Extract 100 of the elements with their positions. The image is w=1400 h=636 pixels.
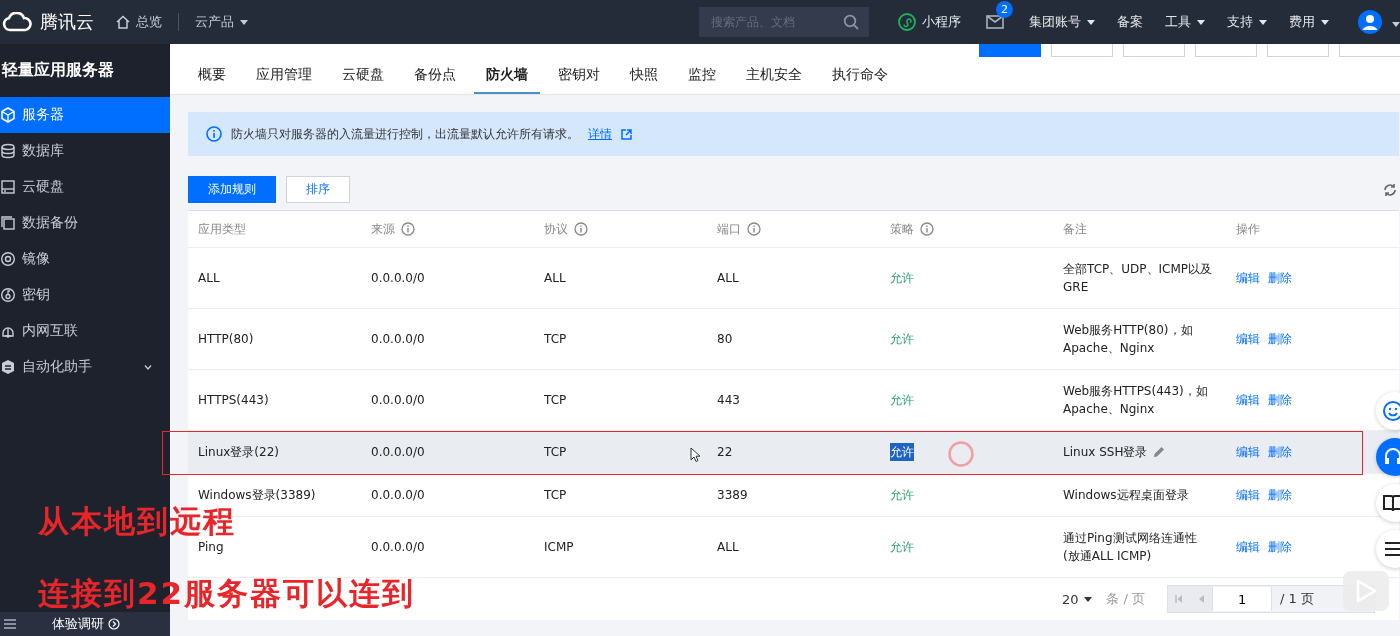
table-cell-text: ALL (717, 270, 739, 287)
table-cell-text: 80 (717, 331, 733, 348)
column-header: 备注 (1063, 220, 1087, 238)
prev-page-button[interactable] (1190, 586, 1213, 612)
first-page-icon (1175, 595, 1184, 603)
table-cell-text: ALL (717, 539, 739, 556)
caption-text: 从本地到远程 (38, 502, 236, 540)
delete-link[interactable]: 删除 (1268, 486, 1292, 504)
header-menu-item[interactable]: 费用 (1278, 13, 1340, 31)
edit-link[interactable]: 编辑 (1236, 538, 1260, 556)
policy-text: 允许 (890, 443, 914, 461)
delete-link[interactable]: 删除 (1268, 391, 1292, 409)
overview-link[interactable]: 总览 (110, 13, 168, 31)
menu-icon[interactable] (4, 619, 16, 629)
table-cell-text: TCP (544, 331, 567, 348)
policy-text: 允许 (890, 270, 914, 287)
delete-link[interactable]: 删除 (1268, 443, 1292, 461)
tab[interactable]: 快照 (618, 64, 670, 94)
table-cell-text: TCP (544, 487, 567, 504)
header-menu-item[interactable]: 备案 (1106, 13, 1154, 31)
notice-text: 防火墙只对服务器的入流量进行控制，出流量默认允许所有请求。 (231, 125, 579, 143)
tab[interactable]: 云硬盘 (330, 64, 396, 94)
caret-icon (1392, 21, 1400, 27)
table-cell-text: 0.0.0.0/0 (371, 392, 425, 409)
info-icon (401, 222, 415, 236)
policy-text: 允许 (890, 487, 914, 504)
click-ring-icon (948, 441, 974, 467)
table-cell-text: Windows登录(3389) (198, 487, 316, 504)
edit-link[interactable]: 编辑 (1236, 391, 1260, 409)
column-header: 策略 (890, 220, 914, 238)
sidebar-item[interactable]: 镜像 (0, 241, 170, 277)
details-link[interactable]: 详情 (588, 125, 612, 143)
edit-link[interactable]: 编辑 (1236, 269, 1260, 287)
table-cell-text: ALL (544, 270, 566, 287)
table-cell-text: 0.0.0.0/0 (371, 444, 425, 461)
mini-program-link[interactable]: 小程序 (887, 13, 972, 31)
table-cell-text: HTTP(80) (198, 331, 254, 348)
table-cell-text: HTTPS(443) (198, 392, 269, 409)
header-menu-item[interactable]: 支持 (1216, 13, 1278, 31)
mail-icon[interactable] (986, 15, 1004, 29)
caret-icon (1259, 19, 1267, 25)
policy-text: 允许 (890, 331, 914, 348)
delete-link[interactable]: 删除 (1268, 538, 1292, 556)
info-icon (574, 222, 588, 236)
tab[interactable]: 应用管理 (244, 64, 324, 94)
sidebar-item[interactable]: 内网互联 (0, 313, 170, 349)
cursor-icon (690, 447, 700, 462)
tab[interactable]: 概要 (186, 64, 238, 94)
table-cell-text: Web服务HTTP(80)，如Apache、Nginx (1063, 322, 1194, 357)
table-cell-text: Windows远程桌面登录 (1063, 487, 1189, 504)
sidebar-item[interactable]: 数据库 (0, 133, 170, 169)
caret-icon (1197, 19, 1205, 25)
column-header: 操作 (1236, 220, 1260, 238)
database-icon (0, 143, 16, 159)
tab[interactable]: 主机安全 (734, 64, 814, 94)
table-cell-text: 0.0.0.0/0 (371, 331, 425, 348)
tab[interactable]: 密钥对 (546, 64, 612, 94)
sidebar-item[interactable]: 数据备份 (0, 205, 170, 241)
products-menu[interactable]: 云产品 (189, 13, 254, 31)
external-link-icon[interactable] (621, 128, 632, 140)
tab[interactable]: 监控 (676, 64, 728, 94)
sidebar-item[interactable]: 密钥 (0, 277, 170, 313)
edit-link[interactable]: 编辑 (1236, 486, 1260, 504)
delete-link[interactable]: 删除 (1268, 330, 1292, 348)
page-size-select[interactable]: 20 (1055, 590, 1099, 608)
edit-link[interactable]: 编辑 (1236, 330, 1260, 348)
edit-link[interactable]: 编辑 (1236, 443, 1260, 461)
sidebar-item[interactable]: 自动化助手 (0, 349, 170, 385)
mini-program-icon (898, 13, 916, 31)
table-cell-text: 3389 (717, 487, 748, 504)
sidebar-item[interactable]: 服务器 (0, 97, 170, 133)
table-cell-text: 全部TCP、UDP、ICMP以及GRE (1063, 261, 1213, 296)
table-cell-text: TCP (544, 392, 567, 409)
cloud-logo-icon (2, 12, 32, 32)
tab[interactable]: 备份点 (402, 64, 468, 94)
table-cell-text: Web服务HTTPS(443)，如Apache、Nginx (1063, 383, 1209, 418)
key-icon (0, 287, 16, 303)
sidebar-item[interactable]: 云硬盘 (0, 169, 170, 205)
notification-badge: 2 (996, 1, 1013, 18)
per-page-label: 条 / 页 (1106, 590, 1146, 608)
backup-icon (0, 215, 16, 231)
pencil-icon[interactable] (1153, 446, 1166, 458)
refresh-icon[interactable] (1383, 182, 1397, 197)
table-cell-text: 443 (717, 392, 740, 409)
delete-link[interactable]: 删除 (1268, 269, 1292, 287)
table-cell-text: 22 (717, 444, 733, 461)
smiley-icon (1382, 400, 1400, 422)
prev-page-icon (1198, 595, 1205, 603)
tab[interactable]: 执行命令 (820, 64, 900, 94)
column-header: 应用类型 (198, 220, 246, 238)
add-rule-button[interactable]: 添加规则 (188, 176, 276, 203)
avatar-icon[interactable] (1358, 10, 1382, 34)
caret-icon (1087, 19, 1095, 25)
header-menu-item[interactable]: 工具 (1154, 13, 1216, 31)
page-input[interactable]: 1 (1212, 587, 1273, 611)
header-menu-item[interactable]: 集团账号 (1018, 13, 1106, 31)
column-header: 来源 (371, 220, 395, 238)
sort-button[interactable]: 排序 (286, 176, 350, 203)
table-cell-text: Ping (198, 539, 224, 556)
tab[interactable]: 防火墙 (474, 64, 540, 94)
